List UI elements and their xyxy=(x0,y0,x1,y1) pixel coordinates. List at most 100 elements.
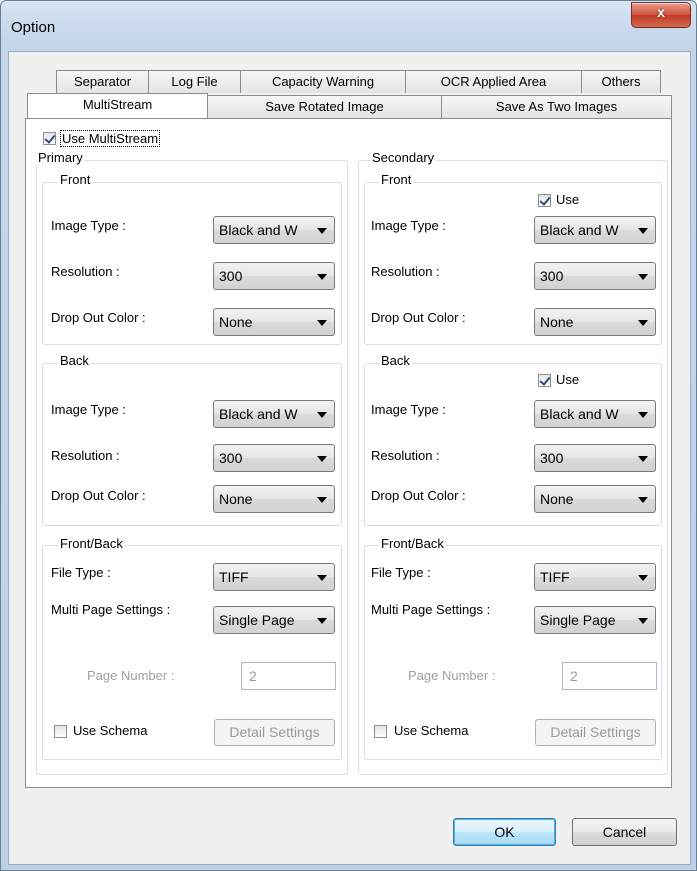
chevron-down-icon xyxy=(638,575,648,581)
select-value: None xyxy=(540,314,574,330)
secondary-back-image-type-label: Image Type : xyxy=(371,402,446,417)
window-title: Option xyxy=(11,19,56,36)
secondary-page-number-label: Page Number : xyxy=(408,668,496,683)
chevron-down-icon xyxy=(317,412,327,418)
primary-back-resolution-label: Resolution : xyxy=(51,448,120,463)
chevron-down-icon xyxy=(638,456,648,462)
secondary-file-type-select[interactable]: TIFF xyxy=(534,563,656,591)
secondary-front-use-label: Use xyxy=(556,192,580,207)
primary-back-dropout-select[interactable]: None xyxy=(213,485,335,513)
tab-ocr-applied-area[interactable]: OCR Applied Area xyxy=(405,70,582,93)
use-multistream-label: Use MultiStream xyxy=(60,130,161,147)
tab-label: Save As Two Images xyxy=(495,99,618,114)
primary-back-image-type-select[interactable]: Black and W xyxy=(213,400,335,428)
tab-label: Capacity Warning xyxy=(271,74,375,89)
primary-back-resolution-select[interactable]: 300 xyxy=(213,444,335,472)
secondary-group-title: Secondary xyxy=(370,150,437,165)
primary-back-dropout-label: Drop Out Color : xyxy=(51,488,146,503)
tab-others[interactable]: Others xyxy=(581,70,661,93)
secondary-use-schema-label: Use Schema xyxy=(394,723,469,738)
chevron-down-icon xyxy=(317,575,327,581)
primary-front-image-type-label: Image Type : xyxy=(51,218,126,233)
primary-detail-settings-button[interactable]: Detail Settings xyxy=(214,719,335,746)
select-value: Black and W xyxy=(219,406,298,422)
primary-front-dropout-select[interactable]: None xyxy=(213,308,335,336)
checkmark-icon xyxy=(539,194,551,206)
secondary-back-resolution-select[interactable]: 300 xyxy=(534,444,656,472)
primary-front-dropout-label: Drop Out Color : xyxy=(51,310,146,325)
secondary-front-dropout-label: Drop Out Color : xyxy=(371,310,466,325)
secondary-front-image-type-select[interactable]: Black and W xyxy=(534,216,656,244)
primary-front-image-type-select[interactable]: Black and W xyxy=(213,216,335,244)
chevron-down-icon xyxy=(317,274,327,280)
tab-label: Save Rotated Image xyxy=(265,99,384,114)
primary-group-title: Primary xyxy=(36,150,85,165)
tab-separator[interactable]: Separator xyxy=(56,70,149,93)
select-value: Black and W xyxy=(540,406,619,422)
secondary-front-title: Front xyxy=(379,172,414,187)
primary-back-image-type-label: Image Type : xyxy=(51,402,126,417)
select-value: Single Page xyxy=(219,612,295,628)
secondary-front-image-type-label: Image Type : xyxy=(371,218,446,233)
primary-front-resolution-select[interactable]: 300 xyxy=(213,262,335,290)
primary-file-type-select[interactable]: TIFF xyxy=(213,563,335,591)
secondary-back-resolution-label: Resolution : xyxy=(371,448,440,463)
primary-front-title-text: Front xyxy=(60,172,91,187)
secondary-front-resolution-label: Resolution : xyxy=(371,264,440,279)
select-value: 300 xyxy=(540,450,564,466)
select-value: None xyxy=(540,491,574,507)
select-value: 300 xyxy=(219,268,243,284)
primary-frontback-title: Front/Back xyxy=(58,536,125,551)
tab-label: Separator xyxy=(73,74,132,89)
use-multistream-checkbox[interactable] xyxy=(43,132,56,145)
select-value: TIFF xyxy=(219,569,249,585)
primary-multipage-select[interactable]: Single Page xyxy=(213,606,335,634)
secondary-file-type-label: File Type : xyxy=(371,565,431,580)
select-value: None xyxy=(219,314,253,330)
close-button[interactable]: x xyxy=(631,2,691,28)
secondary-use-schema-checkbox[interactable] xyxy=(374,725,387,738)
primary-use-schema-checkbox[interactable] xyxy=(54,725,67,738)
cancel-button[interactable]: Cancel xyxy=(572,818,677,846)
chevron-down-icon xyxy=(638,412,648,418)
chevron-down-icon xyxy=(317,618,327,624)
checkmark-icon xyxy=(539,374,551,386)
chevron-down-icon xyxy=(638,228,648,234)
ok-button[interactable]: OK xyxy=(453,818,556,846)
primary-page-number-input[interactable]: 2 xyxy=(241,662,336,690)
tab-log-file[interactable]: Log File xyxy=(148,70,241,93)
secondary-front-resolution-select[interactable]: 300 xyxy=(534,262,656,290)
chevron-down-icon xyxy=(638,320,648,326)
tab-capacity-warning[interactable]: Capacity Warning xyxy=(240,70,406,93)
chevron-down-icon xyxy=(638,618,648,624)
secondary-back-title: Back xyxy=(379,353,412,368)
tab-label: MultiStream xyxy=(82,97,153,112)
select-value: 300 xyxy=(219,450,243,466)
primary-use-schema-label: Use Schema xyxy=(73,723,148,738)
secondary-front-dropout-select[interactable]: None xyxy=(534,308,656,336)
select-value: Black and W xyxy=(540,222,619,238)
secondary-back-dropout-select[interactable]: None xyxy=(534,485,656,513)
tab-save-rotated-image[interactable]: Save Rotated Image xyxy=(207,95,442,118)
primary-file-type-label: File Type : xyxy=(51,565,111,580)
secondary-back-use-checkbox[interactable] xyxy=(538,374,551,387)
primary-front-resolution-label: Resolution : xyxy=(51,264,120,279)
secondary-back-use-label: Use xyxy=(556,372,580,387)
secondary-multipage-select[interactable]: Single Page xyxy=(534,606,656,634)
select-value: Black and W xyxy=(219,222,298,238)
tab-save-as-two-images[interactable]: Save As Two Images xyxy=(441,95,672,118)
primary-back-title: Back xyxy=(58,353,91,368)
select-value: TIFF xyxy=(540,569,570,585)
secondary-frontback-title: Front/Back xyxy=(379,536,446,551)
select-value: None xyxy=(219,491,253,507)
select-value: 300 xyxy=(540,268,564,284)
secondary-detail-settings-button[interactable]: Detail Settings xyxy=(535,719,656,746)
secondary-page-number-input[interactable]: 2 xyxy=(562,662,657,690)
tab-label: Others xyxy=(601,74,641,89)
chevron-down-icon xyxy=(317,456,327,462)
tab-label: Log File xyxy=(171,74,218,89)
secondary-front-use-checkbox[interactable] xyxy=(538,194,551,207)
tab-multistream[interactable]: MultiStream xyxy=(27,93,208,118)
chevron-down-icon xyxy=(317,497,327,503)
secondary-back-image-type-select[interactable]: Black and W xyxy=(534,400,656,428)
